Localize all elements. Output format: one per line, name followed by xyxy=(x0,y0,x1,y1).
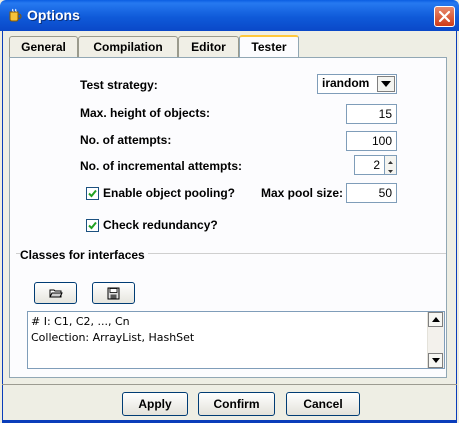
checkmark-icon xyxy=(88,221,97,230)
checkmark-icon xyxy=(88,189,97,198)
cancel-button[interactable]: Cancel xyxy=(286,392,360,416)
open-file-button[interactable] xyxy=(34,282,77,304)
apply-button[interactable]: Apply xyxy=(122,392,188,416)
object-pooling-label: Enable object pooling? xyxy=(103,186,235,200)
coffee-cup-icon xyxy=(9,8,22,22)
test-strategy-dropdown[interactable]: irandom xyxy=(317,74,397,94)
scroll-up-button[interactable] xyxy=(428,312,443,327)
chevron-down-icon xyxy=(381,81,391,87)
tab-editor-label: Editor xyxy=(191,40,226,54)
scroll-down-button[interactable] xyxy=(428,353,443,368)
tab-general[interactable]: General xyxy=(9,36,78,58)
tab-compilation-label: Compilation xyxy=(93,40,163,54)
footer-separator xyxy=(2,384,457,385)
save-disk-icon xyxy=(107,287,120,300)
textarea-line-2: Collection: ArrayList, HashSet xyxy=(31,331,195,344)
tab-tester[interactable]: Tester xyxy=(239,35,299,58)
attempts-field[interactable]: 100 xyxy=(346,131,397,151)
test-strategy-label: Test strategy: xyxy=(80,78,158,92)
open-folder-icon xyxy=(49,289,63,298)
arrow-up-icon xyxy=(432,317,440,322)
textarea-line-1: # I: C1, C2, ..., Cn xyxy=(31,315,130,328)
incremental-attempts-field[interactable]: 2 xyxy=(354,155,385,175)
window-title: Options xyxy=(27,7,80,23)
close-button[interactable] xyxy=(434,6,455,27)
options-dialog: Options General Compilation Editor Teste… xyxy=(0,0,459,423)
pool-size-field[interactable]: 50 xyxy=(346,183,397,203)
arrow-down-icon xyxy=(432,358,440,363)
test-strategy-value: irandom xyxy=(322,76,370,90)
object-pooling-checkbox[interactable] xyxy=(86,187,99,200)
attempts-label: No. of attempts: xyxy=(80,133,172,147)
check-redundancy-label: Check redundancy? xyxy=(103,218,218,232)
vertical-scrollbar[interactable] xyxy=(427,312,444,368)
max-height-label: Max. height of objects: xyxy=(80,106,211,120)
arrow-down-icon xyxy=(388,170,393,173)
classes-textarea[interactable]: # I: C1, C2, ..., Cn Collection: ArrayLi… xyxy=(27,311,445,369)
max-height-field[interactable]: 15 xyxy=(346,104,397,124)
pool-size-label: Max pool size: xyxy=(261,186,344,200)
tab-general-label: General xyxy=(21,40,66,54)
incremental-attempts-spinner[interactable] xyxy=(384,155,397,175)
spinner-up-button[interactable] xyxy=(385,156,396,165)
incremental-attempts-label: No. of incremental attempts: xyxy=(80,159,243,173)
confirm-button[interactable]: Confirm xyxy=(198,392,275,416)
check-redundancy-checkbox[interactable] xyxy=(86,219,99,232)
spinner-down-button[interactable] xyxy=(385,165,396,174)
tab-compilation[interactable]: Compilation xyxy=(78,36,178,58)
tab-tester-label: Tester xyxy=(251,40,287,54)
dropdown-arrow-button[interactable] xyxy=(377,76,395,92)
classes-group-title: Classes for interfaces xyxy=(20,248,148,262)
title-bar[interactable]: Options xyxy=(0,0,459,31)
tab-editor[interactable]: Editor xyxy=(178,36,239,58)
save-file-button[interactable] xyxy=(92,282,135,304)
close-icon xyxy=(438,10,451,23)
